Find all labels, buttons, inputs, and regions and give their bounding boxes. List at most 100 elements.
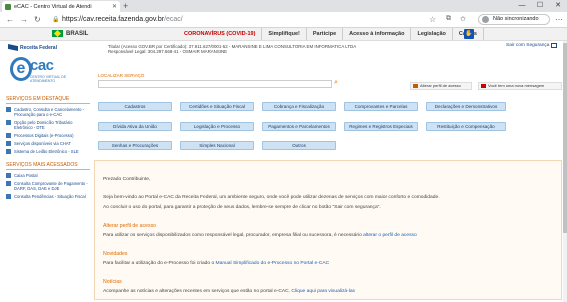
url-host: https://cav.receita.fazenda.gov.br xyxy=(62,16,165,23)
user-line-responsavel: Responsável Legal: 304.297.668-41 - OSMA… xyxy=(108,49,228,54)
address-bar: ← → ↻ 🔒 https://cav.receita.fazenda.gov.… xyxy=(0,12,567,28)
gov-link-acesso[interactable]: Acesso à informação xyxy=(343,28,412,40)
service-pagamentos[interactable]: Pagamentos e Parcelamentos xyxy=(262,122,336,131)
service-restituicao[interactable]: Restituição e Compensação xyxy=(426,122,506,131)
scrollbar-thumb[interactable] xyxy=(563,43,567,233)
service-senhas[interactable]: Senhas e Procurações xyxy=(98,141,172,150)
url-path: /ecac/ xyxy=(164,16,183,23)
service-legislacao[interactable]: Legislação e Processo xyxy=(180,122,254,131)
manual-eprocesso-link[interactable]: Manual Simplificado do e-Processo no Por… xyxy=(216,261,330,266)
receita-mark-icon xyxy=(8,44,18,51)
new-tab-icon[interactable]: + xyxy=(123,1,128,11)
receita-label: Receita Federal xyxy=(20,44,57,51)
accessibility-icon[interactable]: ✋ xyxy=(464,29,474,39)
sidebar-item-chat[interactable]: Serviços disponíveis via CHAT xyxy=(6,141,90,146)
service-declaracoes[interactable]: Declarações e Demonstrativos xyxy=(426,102,506,111)
sidebar-item-pendencias[interactable]: Consulta Pendências - Situação Fiscal xyxy=(6,194,90,199)
eprocesso-icon xyxy=(6,133,11,138)
profile-button[interactable]: Não sincronizando xyxy=(478,14,550,25)
service-outros[interactable]: Outros xyxy=(262,141,336,150)
pending-icon xyxy=(6,194,11,199)
gov-link-simplifique[interactable]: Simplifique! xyxy=(262,28,307,40)
noticias-paragraph: Acompanhe as notícias e alterações recen… xyxy=(103,289,355,294)
service-certidoes[interactable]: Certidões e Situação Fiscal xyxy=(180,102,254,111)
heading-noticias: Notícias xyxy=(103,279,122,285)
alter-profile-text: Para utilizar os serviços disponibilizad… xyxy=(103,233,364,238)
sidebar-item-label: Serviços disponíveis via CHAT xyxy=(14,141,71,146)
page-scrollbar[interactable] xyxy=(563,41,567,302)
alter-profile-button[interactable]: Alterar perfil de acesso xyxy=(410,82,472,90)
featured-services-title: SERVIÇOS EM DESTAQUE xyxy=(6,96,90,104)
back-icon[interactable]: ← xyxy=(6,15,14,25)
alter-profile-paragraph: Para utilizar os serviços disponibilizad… xyxy=(103,233,417,238)
service-regimes[interactable]: Regimes e Registros Especiais xyxy=(344,122,418,131)
collections-icon[interactable]: ⧉ xyxy=(446,15,451,23)
brasil-link[interactable]: BRASIL xyxy=(52,30,88,37)
alter-profile-link[interactable]: alterar o perfil de acesso xyxy=(363,233,417,238)
more-menu-icon[interactable]: ⋯ xyxy=(555,15,563,24)
lock-icon[interactable]: 🔒 xyxy=(52,16,59,23)
profile-switch-icon xyxy=(413,84,418,88)
gov-link-legislacao[interactable]: Legislação xyxy=(411,28,453,40)
sidebar-item-procuracao[interactable]: Cadastro, Consulta e Cancelamento - Proc… xyxy=(6,107,90,117)
avatar xyxy=(482,16,489,23)
brasil-flag-icon xyxy=(52,30,63,37)
browser-tab[interactable]: eCAC - Centro Virtual de Atendi ✕ xyxy=(2,1,120,12)
sidebar-item-label: Processos Digitais (e-Processo) xyxy=(14,133,74,138)
welcome-panel: Prezado Contribuinte, Seja bem-vindo ao … xyxy=(94,160,562,300)
service-cobranca[interactable]: Cobrança e Fiscalização xyxy=(262,102,336,111)
new-message-button[interactable]: Você tem uma nova mensagem xyxy=(478,82,562,90)
dte-icon xyxy=(6,120,11,125)
close-window-icon[interactable]: ✕ xyxy=(549,0,567,12)
brasil-label: BRASIL xyxy=(66,30,89,37)
reload-icon[interactable]: ↻ xyxy=(34,15,41,25)
ecac-logo[interactable]: e cac CENTRO VIRTUAL DE ATENDIMENTO xyxy=(10,55,70,93)
mailbox-icon xyxy=(6,173,11,178)
alter-profile-label: Alterar perfil de acesso xyxy=(420,83,461,88)
forward-icon[interactable]: → xyxy=(20,15,28,25)
search-input[interactable] xyxy=(98,80,332,88)
sidebar-item-caixa-postal[interactable]: Caixa Postal xyxy=(6,173,90,178)
sidebar-item-dte[interactable]: Opção pelo Domicílio Tributário Eletrôni… xyxy=(6,120,90,130)
novidades-paragraph: Para facilitar a utilização do e-Process… xyxy=(103,261,329,266)
sidebar-item-label: Caixa Postal xyxy=(14,173,38,178)
ecac-e-glyph: e xyxy=(10,57,32,81)
service-simples[interactable]: Simples Nacional xyxy=(180,141,254,150)
favorites-icon[interactable]: ✩ xyxy=(460,15,466,23)
receita-federal-logo[interactable]: Receita Federal xyxy=(8,44,57,51)
sidebar-item-leilao[interactable]: Sistema de Leilão Eletrônico - SLE xyxy=(6,149,90,154)
profile-label: Não sincronizando xyxy=(493,16,539,22)
favorite-star-icon[interactable]: ☆ xyxy=(429,15,436,24)
service-cadastros[interactable]: Cadastros xyxy=(98,102,172,111)
tab-strip: eCAC - Centro Virtual de Atendi ✕ + — ☐ … xyxy=(0,0,567,12)
url-field[interactable]: https://cav.receita.fazenda.gov.br/ecac/ xyxy=(62,16,183,23)
ecac-subtitle: CENTRO VIRTUAL DE ATENDIMENTO xyxy=(30,75,67,83)
sidebar-item-comprovante[interactable]: Consulta Comprovante de Pagamento - DARF… xyxy=(6,181,90,191)
service-divida-ativa[interactable]: Dívida Ativa da União xyxy=(98,122,172,131)
sidebar-item-eprocesso[interactable]: Processos Digitais (e-Processo) xyxy=(6,133,90,138)
mail-icon xyxy=(481,84,486,88)
user-info: Titular (Acesso GOV.BR por Certificado):… xyxy=(108,44,356,54)
search-icon[interactable]: ⌕ xyxy=(334,79,338,87)
welcome-paragraph-2: Ao concluir o uso do portal, para garant… xyxy=(103,205,381,210)
sidebar-item-label: Cadastro, Consulta e Cancelamento - Proc… xyxy=(14,107,85,117)
sidebar-item-label: Consulta Pendências - Situação Fiscal xyxy=(14,194,86,199)
procuracao-icon xyxy=(6,107,11,112)
maximize-icon[interactable]: ☐ xyxy=(531,0,549,12)
service-comprovantes[interactable]: Comprovantes e Parcelas xyxy=(344,102,418,111)
new-message-label: Você tem uma nova mensagem xyxy=(488,83,545,88)
secure-exit-link[interactable]: Sair com Segurança xyxy=(506,43,558,48)
gov-bar: BRASIL CORONAVÍRUS (COVID-19) Simplifiqu… xyxy=(0,28,567,41)
minimize-icon[interactable]: — xyxy=(513,0,531,12)
close-tab-icon[interactable]: ✕ xyxy=(112,3,117,10)
tab-title: eCAC - Centro Virtual de Atendi xyxy=(14,3,92,10)
gov-link-participe[interactable]: Participe xyxy=(307,28,344,40)
noticias-link[interactable]: Clique aqui para visualizá-las xyxy=(291,289,355,294)
novidades-text: Para facilitar a utilização do e-Process… xyxy=(103,261,216,266)
most-accessed-title: SERVIÇOS MAIS ACESSADOS xyxy=(6,162,90,170)
gov-link-covid[interactable]: CORONAVÍRUS (COVID-19) xyxy=(178,28,263,40)
welcome-greeting: Prezado Contribuinte, xyxy=(103,177,151,182)
receipt-icon xyxy=(6,181,11,186)
heading-novidades: Novidades xyxy=(103,251,128,257)
noticias-text: Acompanhe as notícias e alterações recen… xyxy=(103,289,292,294)
